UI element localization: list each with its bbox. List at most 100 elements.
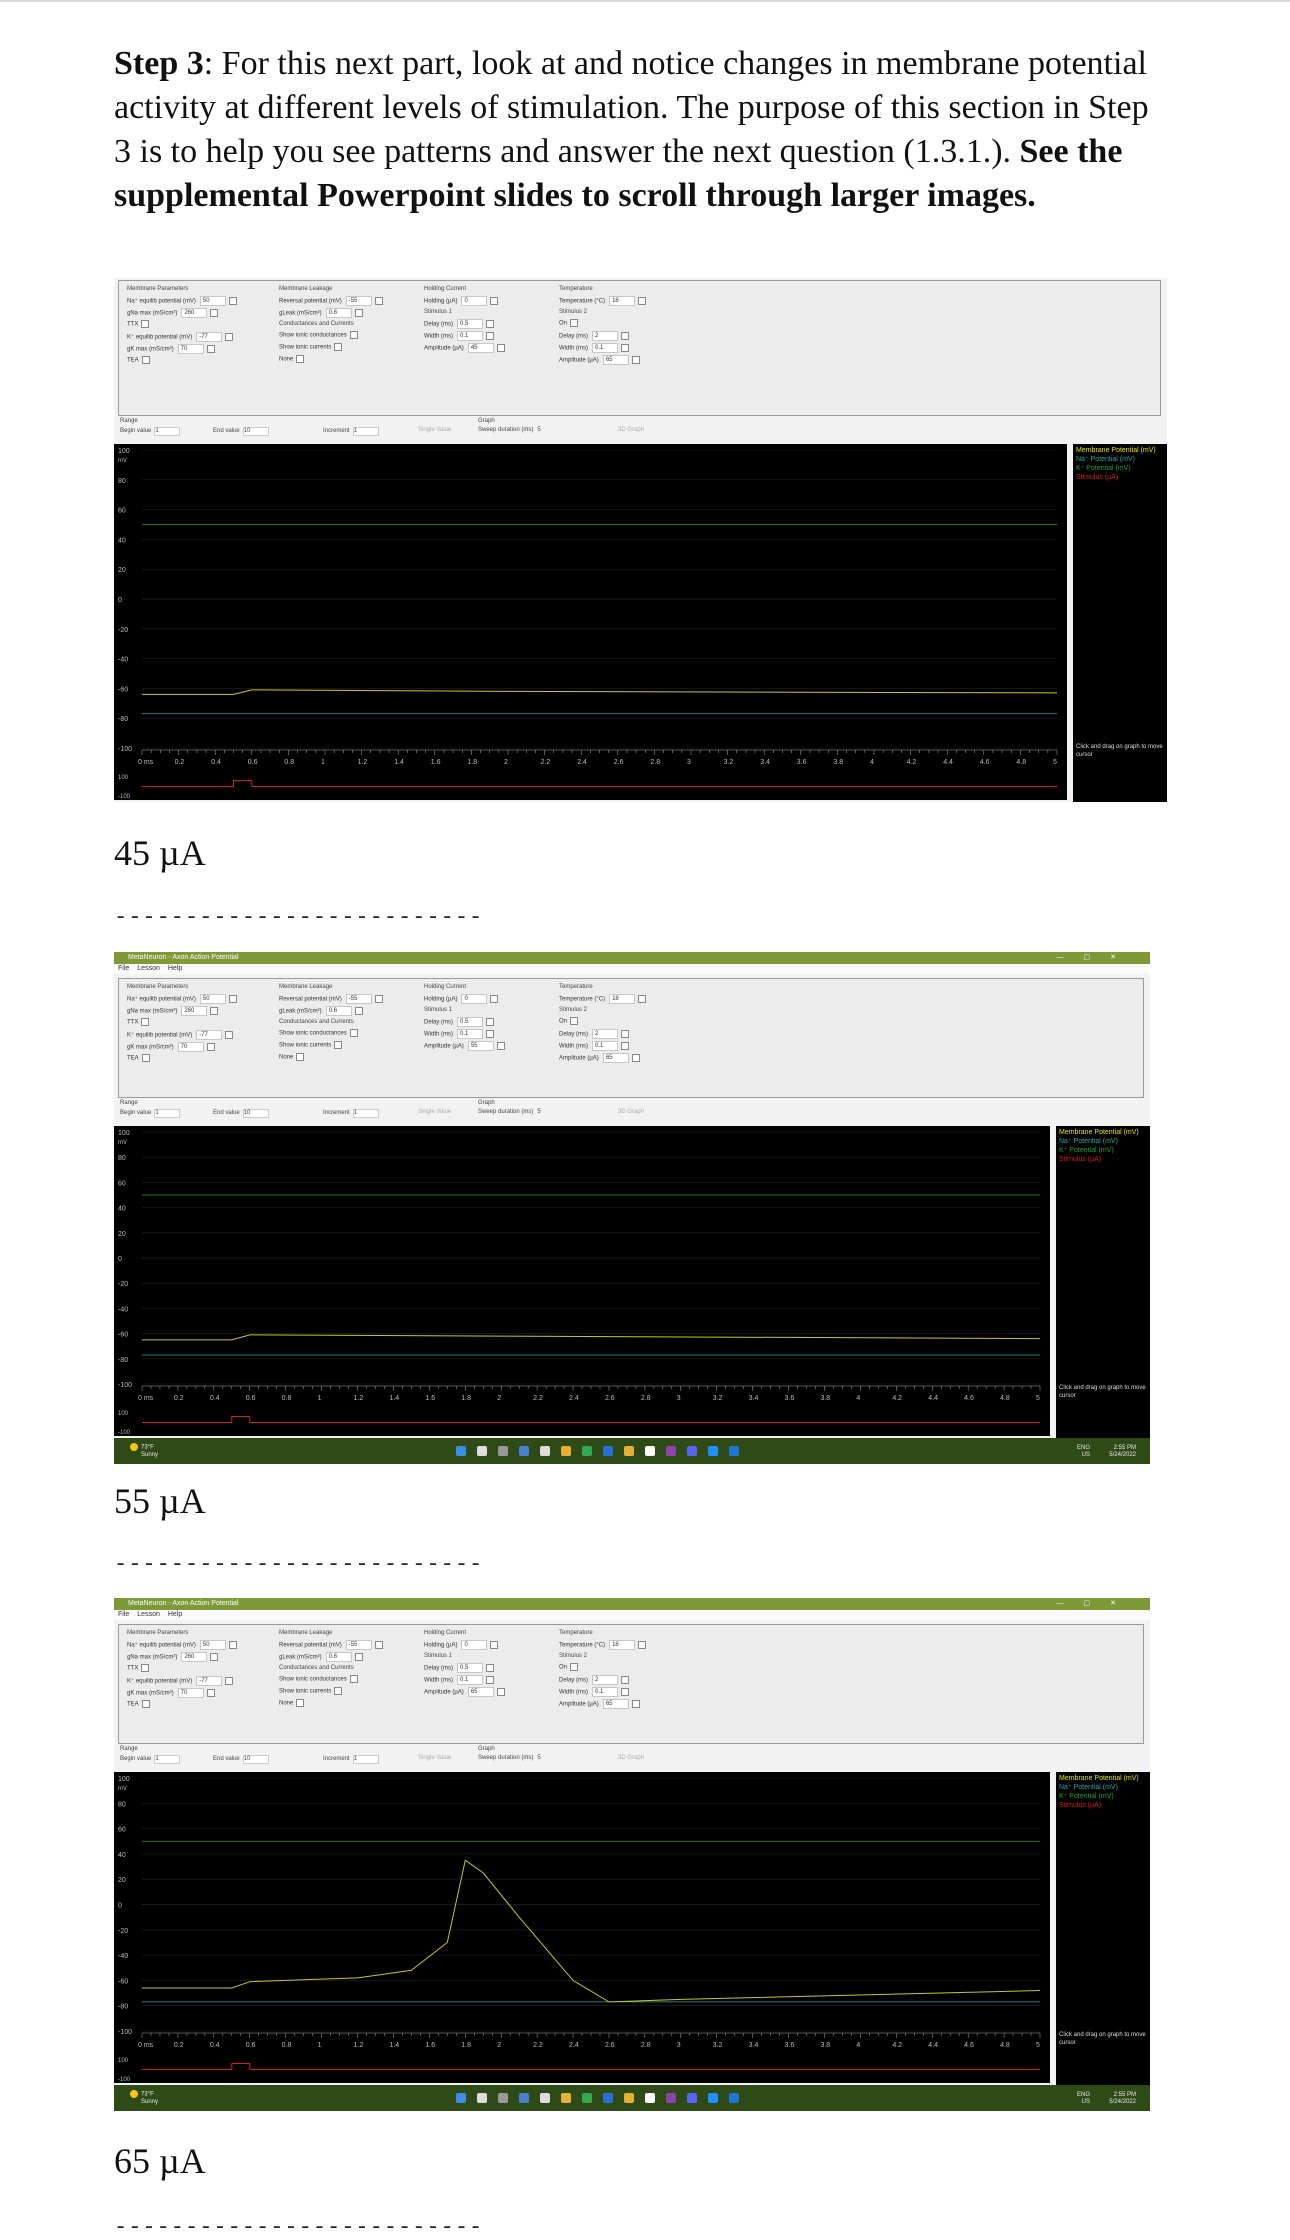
none-radio-checkbox[interactable] bbox=[296, 1053, 305, 1061]
stim1-input[interactable]: 0.5 bbox=[457, 319, 484, 329]
menu-item-file[interactable]: File bbox=[118, 965, 129, 972]
photos-icon[interactable] bbox=[645, 1446, 655, 1456]
photos-icon[interactable] bbox=[645, 2093, 655, 2103]
begin-field[interactable]: Begin value 1 bbox=[120, 1755, 181, 1764]
show-curr-checkbox[interactable] bbox=[334, 1041, 343, 1049]
show-curr-checkbox[interactable] bbox=[334, 343, 343, 351]
k-equil-checkbox[interactable] bbox=[225, 333, 234, 341]
single-value-button[interactable]: Single Value bbox=[418, 427, 451, 433]
membrane-potential-graph[interactable]: 100 80 60 40 20 0 -20 -40 -60 -80 -100 mV 0 ms 0.2 0.4… bbox=[114, 1772, 1050, 2053]
show-cond-checkbox[interactable] bbox=[349, 331, 358, 339]
stim1-checkbox[interactable] bbox=[486, 332, 494, 340]
menu-item-help[interactable]: Help bbox=[168, 965, 182, 972]
sweep-field[interactable]: Sweep duration (ms) 5 bbox=[478, 1755, 541, 1761]
stim2-checkbox[interactable] bbox=[638, 995, 647, 1003]
ttx-checkbox[interactable] bbox=[141, 1018, 150, 1026]
begin-input[interactable]: 1 bbox=[154, 1109, 181, 1118]
stim2-input[interactable]: 18 bbox=[609, 296, 636, 306]
menu-item-lesson[interactable]: Lesson bbox=[137, 1611, 160, 1618]
stim1-checkbox[interactable] bbox=[496, 1042, 505, 1050]
single-value-button[interactable]: Single Value bbox=[418, 1109, 451, 1115]
stim1-input[interactable]: 0.1 bbox=[457, 1029, 483, 1039]
gk-max-input[interactable]: 70 bbox=[177, 1688, 204, 1698]
stim2-checkbox[interactable] bbox=[570, 1663, 579, 1671]
search-icon[interactable] bbox=[477, 1446, 487, 1456]
word-icon[interactable] bbox=[729, 1446, 739, 1456]
window-controls[interactable]: —▢✕ bbox=[1057, 952, 1136, 964]
ttx-checkbox[interactable] bbox=[141, 320, 150, 328]
system-tray[interactable]: ENG US bbox=[1077, 2092, 1090, 2106]
sweep-field[interactable]: Sweep duration (ms) 5 bbox=[478, 1109, 541, 1115]
single-value-button[interactable]: Single Value bbox=[418, 1755, 451, 1761]
onenote-icon[interactable] bbox=[666, 2093, 676, 2103]
stim2-input[interactable]: 18 bbox=[609, 994, 636, 1004]
na-equil-checkbox[interactable] bbox=[228, 1641, 237, 1649]
sweep-input[interactable]: 5 bbox=[537, 1755, 540, 1761]
stim2-checkbox[interactable] bbox=[570, 319, 579, 327]
show-cond-checkbox[interactable] bbox=[349, 1675, 358, 1683]
stim2-input[interactable]: 0.1 bbox=[592, 1687, 618, 1697]
k-equil-input[interactable]: -77 bbox=[196, 332, 223, 342]
stim2-checkbox[interactable] bbox=[631, 1054, 640, 1062]
store-icon[interactable] bbox=[624, 2093, 634, 2103]
gleak-checkbox[interactable] bbox=[354, 1007, 363, 1015]
tea-checkbox[interactable] bbox=[141, 1054, 150, 1062]
reversal-checkbox[interactable] bbox=[374, 297, 383, 305]
end-input[interactable]: 10 bbox=[242, 427, 269, 436]
tea-checkbox[interactable] bbox=[141, 1700, 150, 1708]
stimulus-graph[interactable]: 100 -100 bbox=[114, 770, 1067, 800]
begin-input[interactable]: 1 bbox=[154, 1755, 181, 1764]
gk-max-checkbox[interactable] bbox=[206, 1689, 215, 1697]
increment-input[interactable]: 1 bbox=[352, 427, 379, 436]
na-equil-input[interactable]: 50 bbox=[199, 296, 226, 306]
stim2-checkbox[interactable] bbox=[631, 356, 640, 364]
start-icon[interactable] bbox=[456, 2093, 466, 2103]
stim1-input[interactable]: 0 bbox=[461, 296, 488, 306]
stimulus-graph[interactable]: 100 -100 bbox=[114, 1406, 1050, 1436]
chat-icon[interactable] bbox=[519, 1446, 529, 1456]
gna-max-input[interactable]: 260 bbox=[181, 308, 208, 318]
stim2-input[interactable]: 65 bbox=[602, 1699, 629, 1709]
explorer-icon[interactable] bbox=[540, 2093, 550, 2103]
reversal-checkbox[interactable] bbox=[374, 1641, 383, 1649]
menu-item-file[interactable]: File bbox=[118, 1611, 129, 1618]
stim2-checkbox[interactable] bbox=[621, 1688, 629, 1696]
stim2-checkbox[interactable] bbox=[621, 344, 629, 352]
increment-field[interactable]: Increment 1 bbox=[323, 1755, 379, 1764]
stim2-checkbox[interactable] bbox=[570, 1017, 579, 1025]
reversal-checkbox[interactable] bbox=[374, 995, 383, 1003]
weather-widget[interactable]: 73°F Sunny bbox=[130, 1443, 158, 1459]
begin-field[interactable]: Begin value 1 bbox=[120, 427, 181, 436]
stim1-checkbox[interactable] bbox=[486, 1030, 494, 1038]
stim2-input[interactable]: 65 bbox=[602, 355, 629, 365]
gleak-checkbox[interactable] bbox=[354, 309, 363, 317]
files-icon[interactable] bbox=[582, 2093, 592, 2103]
show-cond-checkbox[interactable] bbox=[349, 1029, 358, 1037]
stim2-checkbox[interactable] bbox=[621, 1042, 629, 1050]
end-field[interactable]: End value 10 bbox=[213, 427, 269, 436]
stim1-input[interactable]: 0 bbox=[461, 1640, 488, 1650]
3d-graph-button[interactable]: 3D Graph bbox=[618, 1755, 644, 1761]
tray-clock[interactable]: 2:55 PM 5/24/2022 bbox=[1109, 1445, 1136, 1459]
stim1-input[interactable]: 65 bbox=[467, 1687, 494, 1697]
sweep-field[interactable]: Sweep duration (ms) 5 bbox=[478, 427, 541, 433]
taskview-icon[interactable] bbox=[498, 2093, 508, 2103]
weather-widget[interactable]: 73°F Sunny bbox=[130, 2090, 158, 2106]
end-field[interactable]: End value 10 bbox=[213, 1109, 269, 1118]
menu-item-lesson[interactable]: Lesson bbox=[137, 965, 160, 972]
3d-graph-button[interactable]: 3D Graph bbox=[618, 1109, 644, 1115]
na-equil-input[interactable]: 50 bbox=[199, 994, 226, 1004]
k-equil-checkbox[interactable] bbox=[225, 1677, 234, 1685]
tray-clock[interactable]: 2:55 PM 5/24/2022 bbox=[1109, 2092, 1136, 2106]
k-equil-input[interactable]: -77 bbox=[196, 1676, 223, 1686]
stim1-checkbox[interactable] bbox=[486, 1676, 494, 1684]
sweep-input[interactable]: 5 bbox=[537, 1109, 540, 1115]
3d-graph-button[interactable]: 3D Graph bbox=[618, 427, 644, 433]
increment-field[interactable]: Increment 1 bbox=[323, 1109, 379, 1118]
stim2-checkbox[interactable] bbox=[621, 332, 630, 340]
end-input[interactable]: 10 bbox=[242, 1755, 269, 1764]
na-equil-input[interactable]: 50 bbox=[199, 1640, 226, 1650]
chrome-icon[interactable] bbox=[561, 1446, 571, 1456]
na-equil-checkbox[interactable] bbox=[228, 297, 237, 305]
taskview-icon[interactable] bbox=[498, 1446, 508, 1456]
